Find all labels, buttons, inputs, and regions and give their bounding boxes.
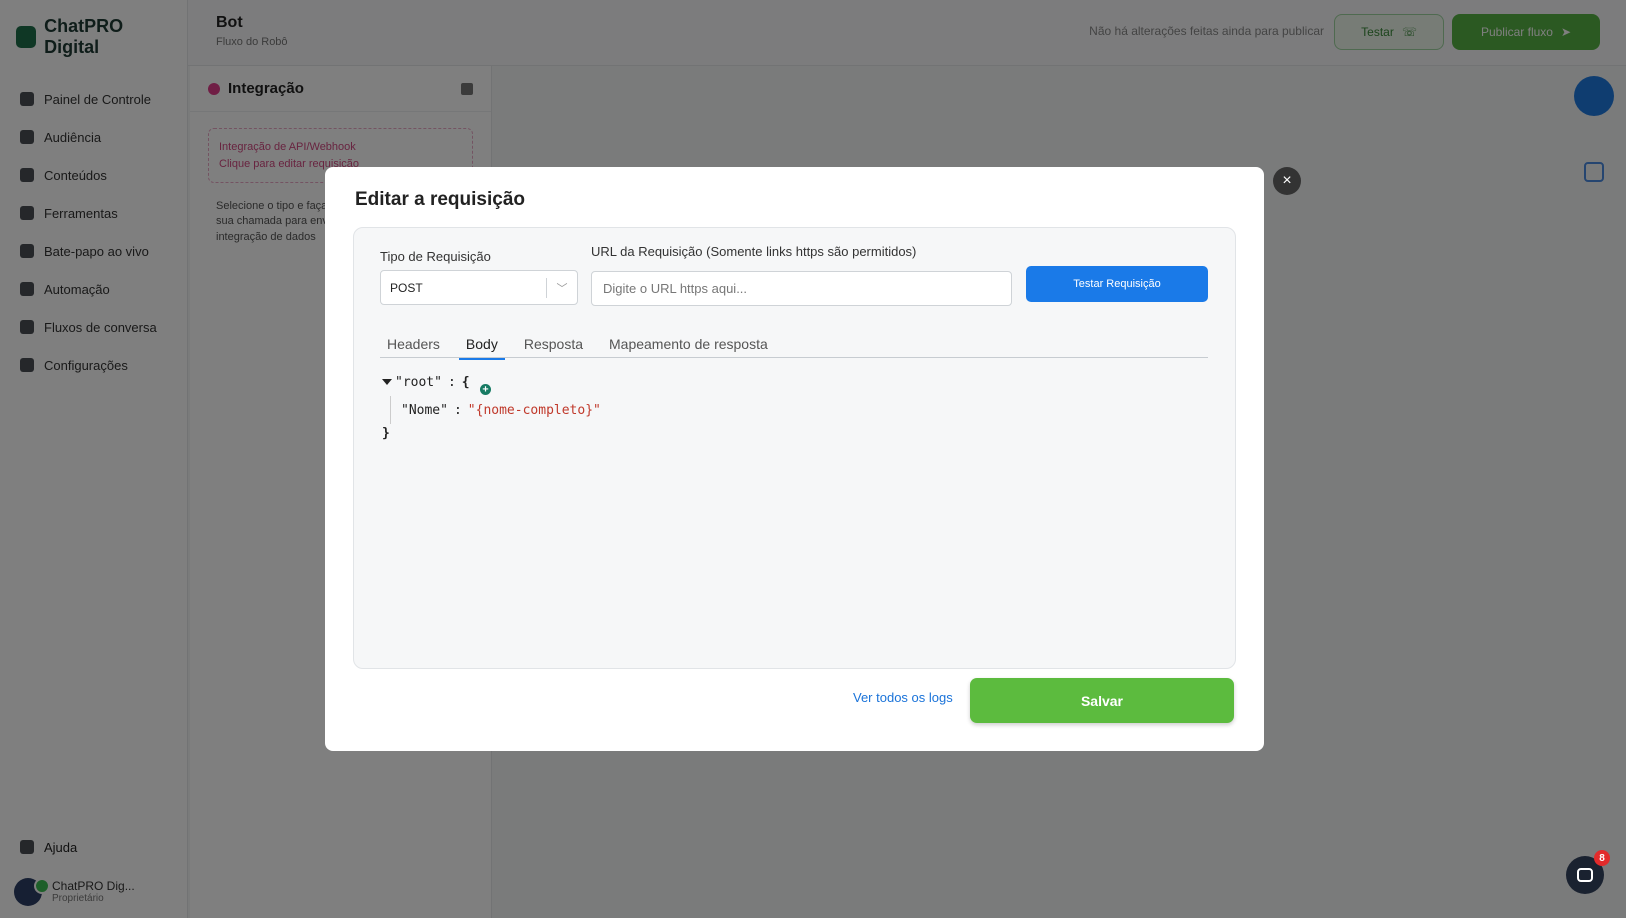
tab-body[interactable]: Body [458,336,505,360]
json-field-value[interactable]: "{nome-completo}" [468,403,601,418]
json-open-brace: { [461,374,470,390]
save-button[interactable]: Salvar [970,678,1234,723]
edit-request-modal: Editar a requisição Tipo de Requisição P… [325,167,1264,751]
view-logs-link[interactable]: Ver todos os logs [853,675,953,719]
request-type-value: POST [390,280,423,295]
request-tabs: Headers Body Resposta Mapeamento de resp… [380,336,1208,360]
tab-resposta[interactable]: Resposta [517,336,590,358]
chevron-down-icon: ﹀ [556,282,568,295]
support-chat-button[interactable]: 8 [1566,850,1610,894]
tab-mapeamento[interactable]: Mapeamento de resposta [602,336,775,358]
chat-icon [1577,868,1593,882]
json-body-editor: "root" : { + "Nome" : "{nome-completo}" … [382,368,601,442]
json-root-line: "root" : { + [382,368,601,396]
json-colon: : [453,402,462,418]
json-colon: : [447,374,456,390]
add-field-icon[interactable]: + [480,384,491,395]
url-label: URL da Requisição (Somente links https s… [591,244,917,259]
json-close-line: } [382,424,601,442]
collapse-caret-icon[interactable] [382,379,392,385]
json-close-brace: } [382,425,390,441]
tab-headers[interactable]: Headers [380,336,447,358]
json-root-key: "root" [395,374,442,390]
modal-close-button[interactable]: × [1273,167,1301,195]
modal-title: Editar a requisição [355,189,526,210]
request-type-label: Tipo de Requisição [380,249,491,264]
request-type-select[interactable]: POST ﹀ [380,270,578,305]
test-request-button[interactable]: Testar Requisição [1026,266,1208,302]
json-field-line: "Nome" : "{nome-completo}" [390,396,601,424]
request-editor: Tipo de Requisição POST ﹀ URL da Requisi… [353,227,1236,669]
url-input[interactable] [591,271,1012,306]
chat-unread-badge: 8 [1594,850,1610,866]
json-field-key[interactable]: "Nome" [401,403,448,418]
